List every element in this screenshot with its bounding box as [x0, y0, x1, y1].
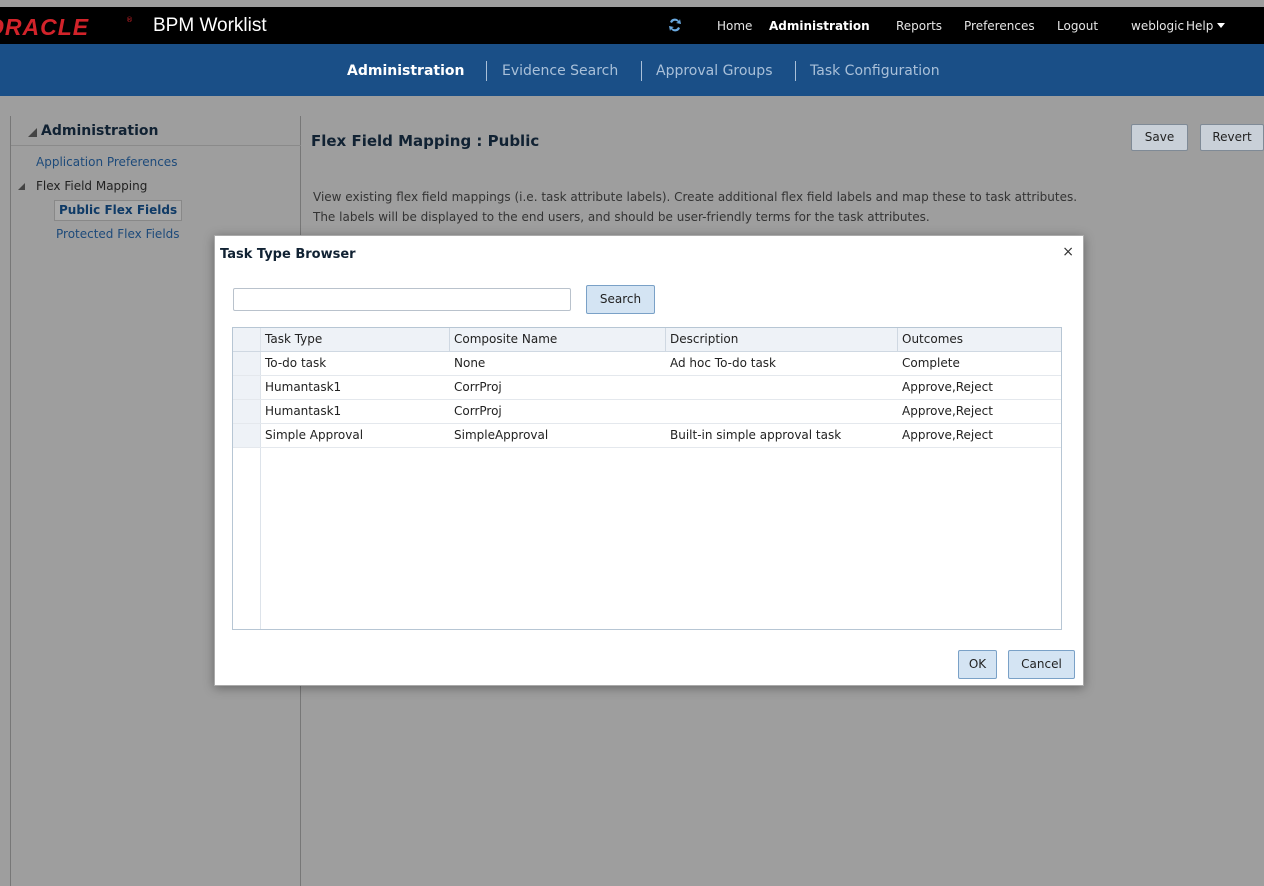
nav-administration[interactable]: Administration — [769, 7, 870, 44]
task-type-table: Task Type Composite Name Description Out… — [232, 327, 1062, 630]
page-description-line2: The labels will be displayed to the end … — [313, 210, 930, 224]
ok-button[interactable]: OK — [958, 650, 997, 679]
sidebar-item-public-flex-fields[interactable]: Public Flex Fields — [54, 200, 183, 221]
header-corner — [233, 328, 261, 351]
help-menu[interactable]: Help — [1186, 7, 1226, 44]
subnav-administration[interactable]: Administration — [347, 63, 464, 79]
sidebar-item-application-preferences[interactable]: Application Preferences — [36, 155, 177, 169]
app-title: BPM Worklist — [153, 15, 267, 36]
table-row[interactable]: Humantask1 CorrProj Approve,Reject — [233, 400, 1061, 424]
cell-outcomes: Approve,Reject — [902, 428, 993, 442]
table-row[interactable]: To-do task None Ad hoc To-do task Comple… — [233, 352, 1061, 376]
sidebar-title: Administration — [41, 123, 159, 139]
cell-task-type: Simple Approval — [265, 428, 364, 442]
task-type-browser-dialog: Task Type Browser × Search Task Type Com… — [214, 235, 1084, 686]
row-selector[interactable] — [233, 424, 261, 447]
cell-composite-name: CorrProj — [454, 404, 502, 418]
sidebar-header[interactable]: Administration — [11, 116, 301, 146]
nav-preferences[interactable]: Preferences — [964, 7, 1035, 44]
user-name: weblogic — [1131, 18, 1185, 33]
collapse-triangle-icon[interactable] — [28, 128, 37, 137]
save-button[interactable]: Save — [1131, 124, 1188, 151]
close-icon[interactable]: × — [1062, 244, 1074, 260]
row-selector[interactable] — [233, 376, 261, 399]
sub-navigation: Administration Evidence Search Approval … — [0, 44, 1264, 96]
oracle-logo: ORACLE ® — [0, 7, 140, 44]
dialog-title: Task Type Browser — [220, 247, 356, 262]
column-header-composite-name[interactable]: Composite Name — [454, 332, 557, 346]
cell-outcomes: Approve,Reject — [902, 404, 993, 418]
sidebar-item-protected-flex-fields[interactable]: Protected Flex Fields — [56, 227, 180, 241]
page-title: Flex Field Mapping : Public — [311, 132, 540, 150]
revert-button[interactable]: Revert — [1200, 124, 1264, 151]
column-header-description[interactable]: Description — [670, 332, 738, 346]
cell-composite-name: CorrProj — [454, 380, 502, 394]
column-separator — [665, 328, 666, 352]
row-selector[interactable] — [233, 400, 261, 423]
subnav-evidence-search[interactable]: Evidence Search — [502, 63, 618, 79]
top-bar: ORACLE ® BPM Worklist Home Administratio… — [0, 7, 1264, 44]
column-separator — [897, 328, 898, 352]
table-row[interactable]: Humantask1 CorrProj Approve,Reject — [233, 376, 1061, 400]
cell-task-type: To-do task — [265, 356, 327, 370]
column-header-task-type[interactable]: Task Type — [265, 332, 322, 346]
refresh-icon[interactable] — [667, 17, 683, 33]
cell-task-type: Humantask1 — [265, 404, 342, 418]
column-separator — [449, 328, 450, 352]
expand-triangle-icon[interactable] — [18, 183, 25, 190]
cell-composite-name: None — [454, 356, 486, 370]
subnav-approval-groups[interactable]: Approval Groups — [656, 63, 772, 79]
column-header-outcomes[interactable]: Outcomes — [902, 332, 963, 346]
cell-outcomes: Complete — [902, 356, 960, 370]
subnav-separator — [795, 61, 796, 81]
sidebar-item-flex-field-mapping[interactable]: Flex Field Mapping — [36, 179, 147, 193]
row-selector[interactable] — [233, 352, 261, 375]
page-description-line1: View existing flex field mappings (i.e. … — [313, 190, 1078, 204]
table-header: Task Type Composite Name Description Out… — [233, 328, 1061, 352]
oracle-logo-text: ORACLE — [0, 14, 90, 40]
cell-description: Ad hoc To-do task — [670, 356, 777, 370]
search-input[interactable] — [233, 288, 571, 311]
cell-task-type: Humantask1 — [265, 380, 342, 394]
chevron-down-icon — [1217, 23, 1226, 28]
registered-mark: ® — [126, 16, 133, 24]
nav-reports[interactable]: Reports — [896, 7, 942, 44]
cell-outcomes: Approve,Reject — [902, 380, 993, 394]
nav-home[interactable]: Home — [717, 7, 752, 44]
table-row[interactable]: Simple Approval SimpleApproval Built-in … — [233, 424, 1061, 448]
cell-description: Built-in simple approval task — [670, 428, 842, 442]
cancel-button[interactable]: Cancel — [1008, 650, 1075, 679]
subnav-separator — [641, 61, 642, 81]
cell-composite-name: SimpleApproval — [454, 428, 549, 442]
subnav-separator — [486, 61, 487, 81]
nav-logout[interactable]: Logout — [1057, 7, 1098, 44]
subnav-task-configuration[interactable]: Task Configuration — [810, 63, 940, 79]
search-button[interactable]: Search — [586, 285, 655, 314]
